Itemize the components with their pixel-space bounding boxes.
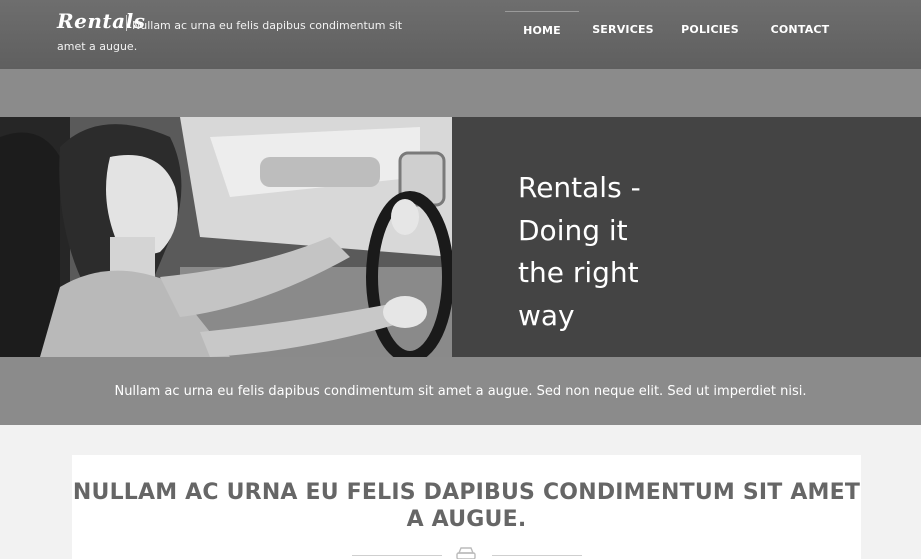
intro-text: Nullam ac urna eu felis dapibus condimen…: [114, 383, 807, 399]
hero-title: Rentals - Doing it the right way: [518, 171, 641, 332]
nav-policies[interactable]: POLICIES: [673, 11, 747, 48]
header-band: [0, 69, 921, 117]
main-nav: HOME SERVICES POLICIES CONTACT: [0, 0, 921, 69]
nav-home[interactable]: HOME: [505, 11, 579, 48]
content-card: NULLAM AC URNA EU FELIS DAPIBUS CONDIMEN…: [72, 455, 861, 559]
hero-photo: [0, 117, 452, 357]
divider-left: [352, 555, 442, 556]
section-heading: NULLAM AC URNA EU FELIS DAPIBUS CONDIMEN…: [72, 480, 861, 532]
site-header: Rentals Nullam ac urna eu felis dapibus …: [0, 0, 921, 69]
hero-panel: Rentals - Doing it the right way: [452, 117, 921, 357]
woman-driving-image: [0, 117, 452, 357]
nav-services[interactable]: SERVICES: [583, 11, 663, 48]
intro-band: Nullam ac urna eu felis dapibus condimen…: [0, 357, 921, 425]
divider-right: [492, 555, 582, 556]
nav-contact[interactable]: CONTACT: [760, 11, 840, 48]
car-icon: [456, 547, 476, 559]
